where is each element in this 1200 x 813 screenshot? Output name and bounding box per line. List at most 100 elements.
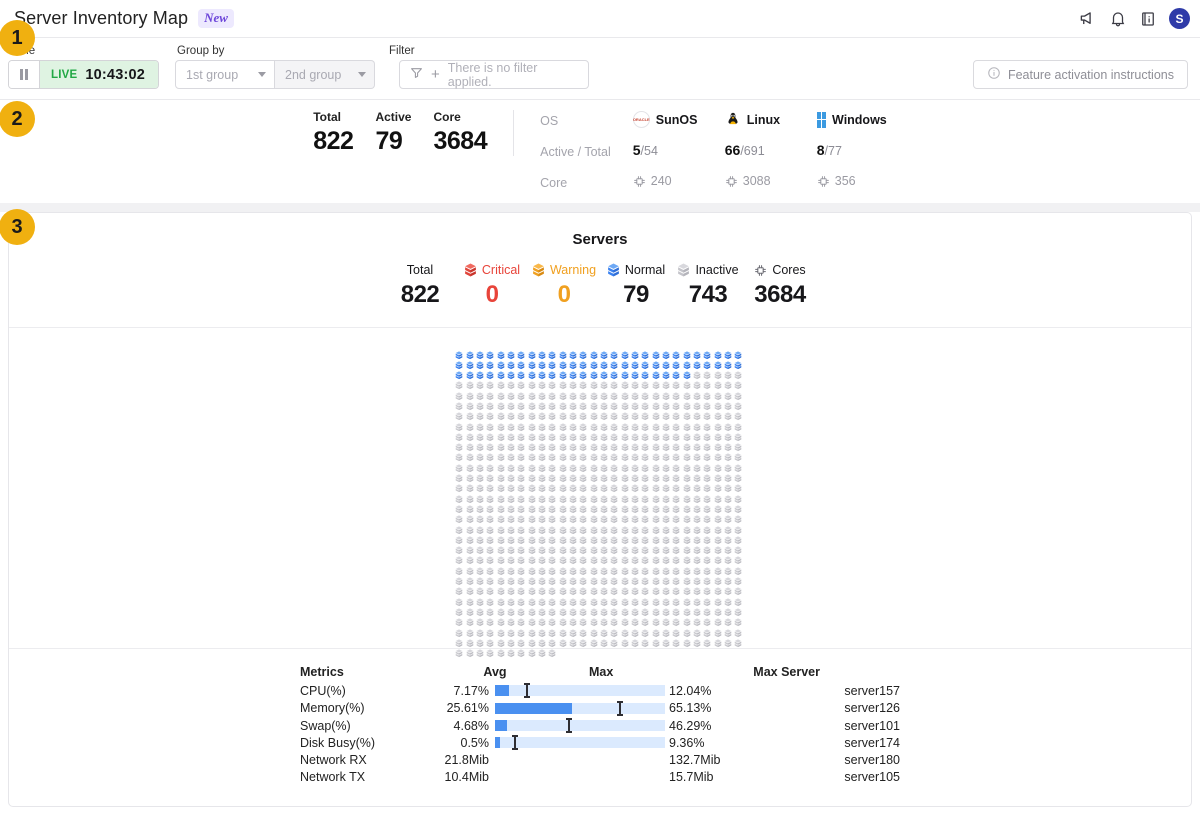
server-dot-inactive[interactable]: [559, 439, 567, 452]
server-dot-inactive[interactable]: [600, 490, 608, 503]
server-dot-normal[interactable]: [559, 346, 567, 359]
server-dot-inactive[interactable]: [466, 634, 474, 647]
server-dot-inactive[interactable]: [528, 614, 536, 627]
server-dot-inactive[interactable]: [683, 439, 691, 452]
server-dot-normal[interactable]: [590, 356, 598, 369]
add-filter-icon[interactable]: +: [431, 67, 440, 82]
server-dot-inactive[interactable]: [652, 418, 660, 431]
server-dot-inactive[interactable]: [652, 634, 660, 647]
server-dot-inactive[interactable]: [662, 387, 670, 400]
server-dot-inactive[interactable]: [652, 511, 660, 524]
server-dot-inactive[interactable]: [734, 552, 742, 565]
server-dot-inactive[interactable]: [507, 470, 515, 483]
server-dot-inactive[interactable]: [528, 542, 536, 555]
server-dot-inactive[interactable]: [641, 490, 649, 503]
server-dot-inactive[interactable]: [714, 439, 722, 452]
server-dot-inactive[interactable]: [466, 645, 474, 658]
group1-select[interactable]: 1st group: [175, 60, 276, 89]
server-dot-grid[interactable]: [455, 346, 745, 658]
server-dot-inactive[interactable]: [734, 408, 742, 421]
server-dot-inactive[interactable]: [559, 500, 567, 514]
server-dot-inactive[interactable]: [569, 583, 577, 596]
server-dot-inactive[interactable]: [486, 439, 494, 452]
server-dot-inactive[interactable]: [476, 562, 484, 575]
server-dot-inactive[interactable]: [548, 459, 556, 472]
server-dot-inactive[interactable]: [497, 634, 505, 647]
server-dot-normal[interactable]: [631, 346, 639, 359]
server-dot-inactive[interactable]: [724, 480, 732, 493]
server-dot-normal[interactable]: [714, 346, 722, 359]
server-dot-inactive[interactable]: [652, 593, 660, 606]
server-dot-inactive[interactable]: [517, 583, 525, 596]
server-dot-inactive[interactable]: [683, 490, 691, 503]
server-dot-inactive[interactable]: [497, 418, 505, 431]
server-dot-inactive[interactable]: [662, 408, 670, 421]
server-dot-inactive[interactable]: [703, 449, 711, 462]
server-dot-inactive[interactable]: [703, 573, 711, 586]
server-dot-inactive[interactable]: [724, 521, 732, 534]
server-dot-inactive[interactable]: [517, 562, 525, 575]
server-dot-inactive[interactable]: [569, 459, 577, 472]
server-dot-inactive[interactable]: [734, 449, 742, 462]
server-dot-inactive[interactable]: [662, 439, 670, 452]
server-dot-normal[interactable]: [538, 346, 546, 359]
server-dot-inactive[interactable]: [548, 500, 556, 514]
server-dot-inactive[interactable]: [641, 418, 649, 431]
server-dot-inactive[interactable]: [486, 552, 494, 565]
server-dot-inactive[interactable]: [610, 377, 618, 390]
server-dot-inactive[interactable]: [734, 500, 742, 514]
server-dot-inactive[interactable]: [703, 614, 711, 627]
server-dot-inactive[interactable]: [497, 614, 505, 627]
server-dot-inactive[interactable]: [683, 500, 691, 514]
server-dot-normal[interactable]: [693, 356, 701, 369]
server-dot-inactive[interactable]: [600, 408, 608, 421]
server-dot-inactive[interactable]: [662, 511, 670, 524]
server-dot-inactive[interactable]: [621, 397, 629, 411]
server-dot-inactive[interactable]: [548, 408, 556, 421]
server-dot-inactive[interactable]: [734, 367, 742, 380]
server-dot-inactive[interactable]: [683, 573, 691, 586]
server-dot-inactive[interactable]: [631, 603, 639, 617]
server-dot-inactive[interactable]: [497, 428, 505, 442]
server-dot-normal[interactable]: [507, 346, 515, 359]
server-dot-inactive[interactable]: [662, 521, 670, 534]
server-dot-inactive[interactable]: [600, 593, 608, 606]
server-dot-normal[interactable]: [641, 367, 649, 380]
server-dot-inactive[interactable]: [703, 459, 711, 472]
server-dot-normal[interactable]: [621, 367, 629, 380]
server-dot-inactive[interactable]: [455, 634, 463, 647]
server-dot-inactive[interactable]: [683, 614, 691, 627]
server-dot-inactive[interactable]: [507, 511, 515, 524]
server-dot-inactive[interactable]: [703, 562, 711, 575]
server-dot-inactive[interactable]: [734, 511, 742, 524]
server-dot-inactive[interactable]: [538, 562, 546, 575]
server-dot-inactive[interactable]: [683, 428, 691, 442]
server-dot-inactive[interactable]: [466, 614, 474, 627]
server-dot-inactive[interactable]: [548, 573, 556, 586]
server-dot-inactive[interactable]: [528, 500, 536, 514]
server-dot-normal[interactable]: [517, 346, 525, 359]
server-dot-inactive[interactable]: [507, 418, 515, 431]
server-dot-inactive[interactable]: [662, 500, 670, 514]
server-dot-inactive[interactable]: [476, 377, 484, 390]
server-dot-inactive[interactable]: [652, 439, 660, 452]
server-dot-normal[interactable]: [559, 367, 567, 380]
server-dot-normal[interactable]: [631, 367, 639, 380]
server-dot-inactive[interactable]: [466, 542, 474, 555]
server-dot-inactive[interactable]: [724, 449, 732, 462]
server-dot-inactive[interactable]: [631, 470, 639, 483]
bell-icon[interactable]: [1103, 4, 1133, 34]
server-dot-inactive[interactable]: [734, 418, 742, 431]
server-dot-inactive[interactable]: [579, 480, 587, 493]
server-dot-inactive[interactable]: [734, 490, 742, 503]
server-dot-normal[interactable]: [486, 356, 494, 369]
server-dot-inactive[interactable]: [652, 562, 660, 575]
server-dot-inactive[interactable]: [621, 634, 629, 647]
server-dot-inactive[interactable]: [641, 614, 649, 627]
server-dot-inactive[interactable]: [672, 511, 680, 524]
server-dot-inactive[interactable]: [538, 552, 546, 565]
server-dot-inactive[interactable]: [683, 562, 691, 575]
server-dot-inactive[interactable]: [600, 397, 608, 411]
server-dot-inactive[interactable]: [714, 511, 722, 524]
server-dot-inactive[interactable]: [641, 470, 649, 483]
